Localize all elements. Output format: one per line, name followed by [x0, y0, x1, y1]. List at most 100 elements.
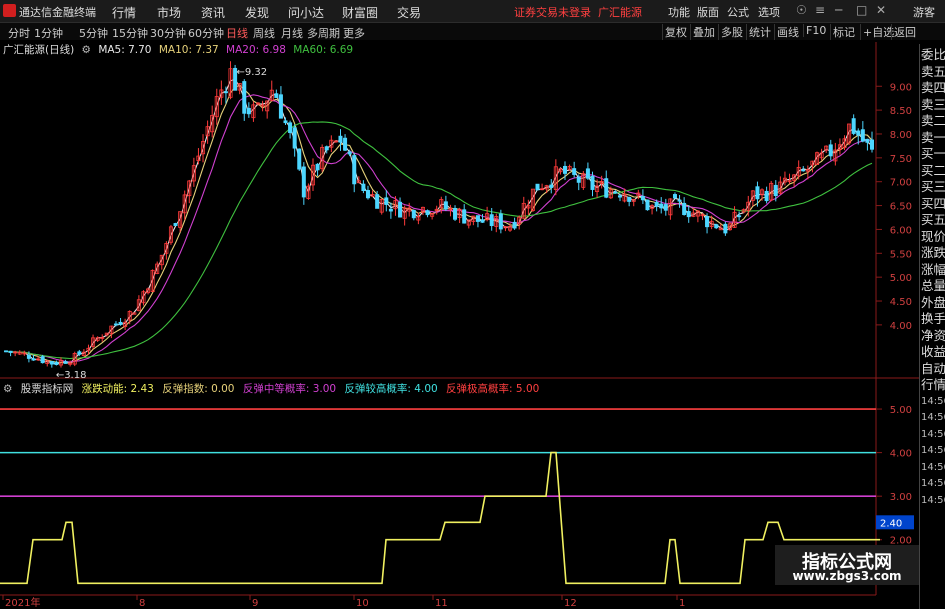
ind-y-tick-label: 3.00 — [890, 492, 912, 503]
ma10-line — [5, 84, 873, 364]
kline-chart[interactable]: 4.00 4.50 5.00 5.50 6.00 6.50 7.00 7.50 8.00 8.50… — [0, 0, 919, 609]
candle-body — [425, 210, 430, 216]
candlesticks — [4, 61, 875, 368]
candle-body — [411, 209, 416, 219]
candle-body — [714, 224, 719, 229]
candle-body — [4, 350, 9, 353]
candle-body — [49, 361, 54, 365]
x-tick-label: 9 — [252, 598, 258, 609]
candle-body — [54, 361, 59, 365]
quote-field: 14:56 — [921, 461, 945, 473]
quote-field: 涨跌 — [921, 245, 945, 260]
candle-body — [63, 361, 68, 364]
candle-body — [856, 130, 861, 136]
quote-field: 卖二 — [921, 113, 945, 128]
candle-body — [292, 127, 297, 149]
candle-body — [654, 201, 659, 207]
price-annotations: ←9.32 ←3.18 — [56, 67, 267, 381]
candle-body — [288, 122, 293, 133]
candle-body — [489, 214, 494, 227]
candle-body — [576, 176, 581, 183]
y-tick-label: 5.50 — [890, 249, 912, 260]
candle-body — [462, 209, 467, 224]
watermark-url: www.zbgs3.com — [792, 569, 902, 583]
candle-body — [851, 118, 856, 134]
ind-y-tick-label: 4.00 — [890, 449, 912, 460]
y-tick-label: 7.50 — [890, 154, 912, 165]
quote-panel: 委比 卖五 卖四 卖三 卖二 卖一 买一 买二 买三 买四 买五 现价 涨跌 涨幅 总量 外盘 换手 净资 收益 自动… — [919, 44, 945, 609]
candle-body — [705, 215, 710, 228]
quote-field: 14:56 — [921, 395, 945, 407]
y-tick-label: 4.00 — [890, 321, 912, 332]
quote-field: 委比 — [921, 47, 945, 62]
candle-body — [572, 168, 577, 175]
quote-field: 自动 — [921, 360, 945, 376]
quote-field: 现价 — [921, 228, 945, 244]
candle-body — [563, 165, 568, 174]
candle-body — [315, 163, 320, 171]
x-tick-label: 1 — [679, 598, 685, 609]
candle-body — [640, 195, 645, 201]
candle-body — [475, 215, 480, 222]
candle-body — [375, 194, 380, 209]
candle-body — [512, 221, 517, 229]
high-price-label: ←9.32 — [237, 67, 268, 78]
quote-field: 卖四 — [921, 80, 945, 95]
candle-body — [338, 135, 343, 143]
candle-body — [324, 146, 329, 151]
candle-body — [365, 189, 370, 199]
quote-field: 涨幅 — [921, 261, 945, 277]
momentum-line — [0, 451, 880, 585]
candle-body — [77, 351, 82, 355]
quote-field: 14:56 — [921, 428, 945, 440]
candle-body — [617, 195, 622, 198]
quote-field: 卖五 — [921, 63, 945, 79]
quote-field: 买五 — [921, 212, 945, 227]
candle-body — [361, 183, 366, 191]
candle-body — [723, 223, 728, 234]
quote-field: 卖三 — [921, 96, 945, 112]
candle-body — [645, 199, 650, 211]
candle-body — [398, 201, 403, 218]
ma20-line — [5, 94, 873, 363]
candle-body — [755, 186, 760, 200]
x-tick-label: 12 — [564, 598, 577, 609]
candle-body — [613, 191, 618, 194]
y-tick-label: 4.50 — [890, 297, 912, 308]
quote-field: 卖一 — [921, 129, 945, 145]
quote-field: 14:56 — [921, 412, 945, 423]
candle-body — [301, 166, 306, 198]
candle-body — [352, 155, 357, 185]
candle-body — [453, 207, 458, 220]
candle-body — [682, 202, 687, 216]
quote-field: 总量 — [921, 278, 945, 293]
candle-body — [283, 120, 288, 124]
x-tick-label: 10 — [356, 598, 369, 609]
indicator-line — [0, 451, 880, 585]
candle-body — [343, 137, 348, 151]
ind-y-tick-label: 5.00 — [890, 405, 912, 416]
candle-body — [274, 93, 279, 98]
candle-body — [118, 321, 123, 325]
candle-body — [498, 213, 503, 230]
candle-body — [870, 139, 875, 150]
quote-field: 14:56 — [921, 445, 945, 456]
candle-body — [865, 138, 870, 143]
candle-body — [173, 223, 178, 226]
candle-body — [773, 184, 778, 197]
candle-body — [672, 194, 677, 199]
candle-body — [113, 323, 118, 326]
date-axis: 2021年 8 9 10 11 12 1 — [2, 595, 685, 609]
y-tick-label: 5.00 — [890, 273, 912, 284]
candle-body — [242, 81, 247, 114]
low-price-label: ←3.18 — [56, 370, 87, 381]
candle-body — [686, 211, 691, 218]
candle-body — [26, 354, 31, 359]
candle-body — [40, 356, 45, 364]
candle-body — [663, 204, 668, 211]
quote-field: 买一 — [921, 146, 945, 161]
candle-body — [223, 91, 228, 94]
indicator-y-axis: 2.003.004.005.002.40 — [876, 405, 914, 547]
candle-body — [549, 184, 554, 188]
quote-field: 换手 — [921, 311, 945, 326]
